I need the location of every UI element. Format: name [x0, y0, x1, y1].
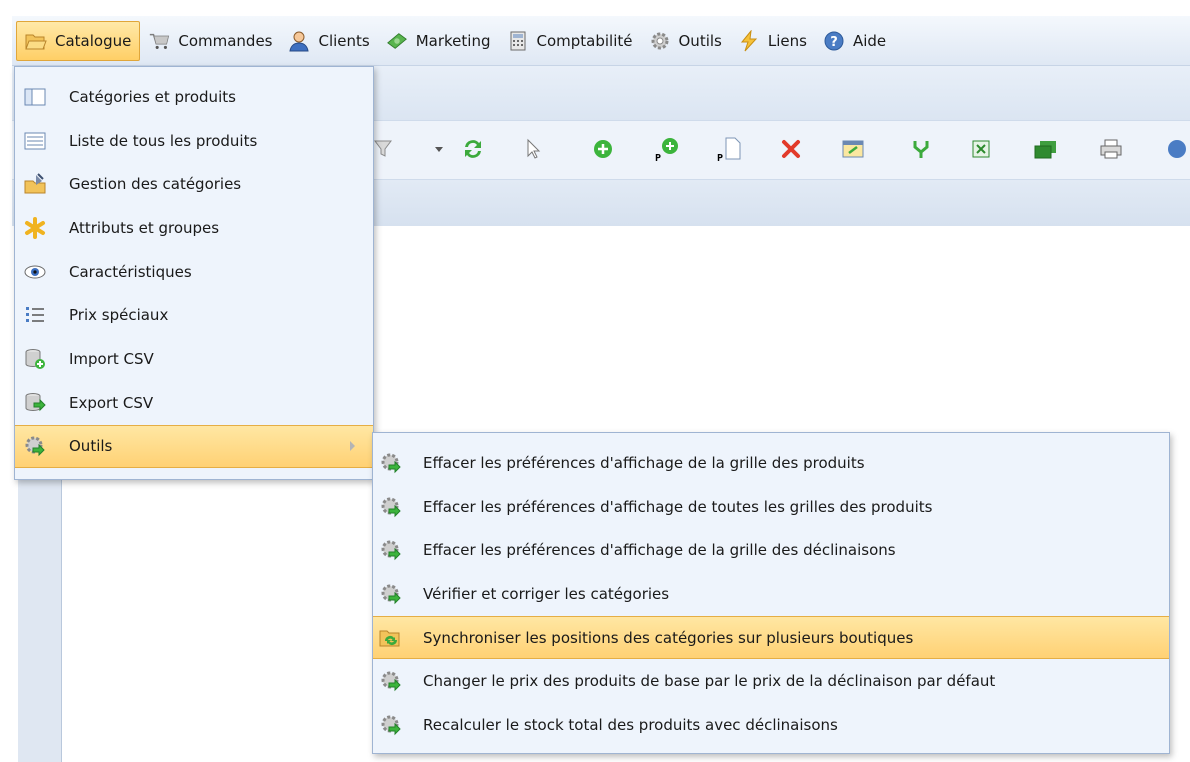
- money-icon: [386, 30, 408, 52]
- menu-item-export-csv[interactable]: Export CSV: [15, 381, 373, 425]
- main-menubar: Catalogue Commandes Clients Marketing Co…: [12, 16, 1190, 66]
- calculator-icon: [507, 30, 529, 52]
- menu-outils-label: Outils: [678, 31, 722, 50]
- help-icon: ?: [823, 30, 845, 52]
- merge-icon[interactable]: [906, 134, 936, 164]
- menu-item-label: Gestion des catégories: [69, 175, 242, 194]
- submenu-item-effacer-toutes-grilles[interactable]: Effacer les préférences d'affichage de t…: [373, 485, 1169, 529]
- svg-text:P: P: [717, 153, 723, 163]
- submenu-arrow-icon: [350, 441, 355, 452]
- app-window: P P Catalogue Commandes Clients Marketin…: [0, 0, 1190, 762]
- gear-arrow-icon: [379, 713, 403, 737]
- menu-aide[interactable]: ? Aide: [815, 21, 894, 61]
- submenu-item-synchroniser-positions[interactable]: Synchroniser les positions des catégorie…: [373, 615, 1169, 660]
- lightning-icon: [738, 29, 760, 52]
- gear-arrow-icon: [379, 582, 403, 606]
- menu-commandes[interactable]: Commandes: [140, 21, 280, 61]
- windows-icon[interactable]: [1030, 134, 1060, 164]
- tree-panel-icon: [23, 85, 47, 109]
- menu-item-label: Outils: [69, 437, 113, 456]
- duplicate-product-icon[interactable]: P: [714, 134, 744, 164]
- add-icon[interactable]: [588, 134, 618, 164]
- gear-arrow-icon: [379, 495, 403, 519]
- menu-marketing-label: Marketing: [415, 31, 491, 50]
- submenu-item-effacer-grille-declinaisons[interactable]: Effacer les préférences d'affichage de l…: [373, 528, 1169, 572]
- info-icon[interactable]: [1162, 134, 1190, 164]
- menu-item-gestion-categories[interactable]: Gestion des catégories: [15, 162, 373, 206]
- menu-item-liste-produits[interactable]: Liste de tous les produits: [15, 119, 373, 163]
- cursor-icon[interactable]: [518, 134, 548, 164]
- submenu-item-label: Effacer les préférences d'affichage de l…: [423, 541, 896, 560]
- menu-commandes-label: Commandes: [178, 31, 273, 50]
- submenu-item-effacer-grille-produits[interactable]: Effacer les préférences d'affichage de l…: [373, 441, 1169, 485]
- database-add-icon: [23, 347, 47, 371]
- menu-item-label: Liste de tous les produits: [69, 131, 258, 150]
- menu-comptabilite-label: Comptabilité: [536, 31, 633, 50]
- menu-item-caracteristiques[interactable]: Caractéristiques: [15, 250, 373, 294]
- menu-item-attributs-groupes[interactable]: Attributs et groupes: [15, 206, 373, 250]
- edit-folder-icon: [23, 172, 47, 196]
- folder-sync-icon: [379, 626, 403, 650]
- menu-liens-label: Liens: [767, 31, 807, 50]
- svg-text:P: P: [655, 153, 661, 163]
- list-icon: [23, 129, 47, 153]
- menu-clients[interactable]: Clients: [280, 21, 377, 61]
- excel-export-icon[interactable]: [966, 134, 996, 164]
- gear-icon: [649, 30, 671, 52]
- menu-item-categories-produits[interactable]: Catégories et produits: [15, 75, 373, 119]
- shopping-cart-icon: [148, 30, 170, 52]
- print-icon[interactable]: [1096, 134, 1126, 164]
- gear-arrow-icon: [23, 434, 47, 458]
- user-icon: [288, 30, 310, 52]
- add-product-icon[interactable]: P: [652, 134, 682, 164]
- submenu-item-label: Recalculer le stock total des produits a…: [423, 715, 838, 734]
- gear-arrow-icon: [379, 451, 403, 475]
- submenu-item-verifier-categories[interactable]: Vérifier et corriger les catégories: [373, 572, 1169, 616]
- submenu-item-label: Effacer les préférences d'affichage de l…: [423, 453, 865, 472]
- gear-arrow-icon: [379, 538, 403, 562]
- database-export-icon: [23, 391, 47, 415]
- edit-window-icon[interactable]: [838, 134, 868, 164]
- dropdown-arrow-icon[interactable]: [424, 134, 454, 164]
- menu-item-outils[interactable]: Outils: [15, 424, 373, 469]
- menu-comptabilite[interactable]: Comptabilité: [499, 21, 641, 61]
- menu-aide-label: Aide: [852, 31, 887, 50]
- menu-catalogue-label: Catalogue: [55, 31, 132, 50]
- submenu-item-label: Effacer les préférences d'affichage de t…: [423, 497, 933, 516]
- numbered-list-icon: [23, 303, 47, 327]
- menu-item-label: Attributs et groupes: [69, 218, 220, 237]
- menu-marketing[interactable]: Marketing: [378, 21, 499, 61]
- submenu-item-label: Vérifier et corriger les catégories: [423, 584, 670, 603]
- menu-outils[interactable]: Outils: [641, 21, 730, 61]
- submenu-item-changer-prix[interactable]: Changer le prix des produits de base par…: [373, 659, 1169, 703]
- menu-item-label: Caractéristiques: [69, 262, 192, 281]
- eye-icon: [23, 260, 47, 284]
- delete-icon[interactable]: [776, 134, 806, 164]
- refresh-icon[interactable]: [458, 134, 488, 164]
- menu-item-label: Export CSV: [69, 393, 154, 412]
- menu-item-label: Import CSV: [69, 349, 154, 368]
- menu-clients-label: Clients: [318, 31, 370, 50]
- menu-catalogue[interactable]: Catalogue: [16, 20, 141, 61]
- submenu-item-label: Synchroniser les positions des catégorie…: [423, 628, 914, 647]
- outils-submenu: Effacer les préférences d'affichage de l…: [372, 432, 1170, 754]
- submenu-item-label: Changer le prix des produits de base par…: [423, 672, 996, 691]
- gear-arrow-icon: [379, 669, 403, 693]
- submenu-item-recalculer-stock[interactable]: Recalculer le stock total des produits a…: [373, 703, 1169, 747]
- svg-text:?: ?: [830, 35, 838, 50]
- menu-item-label: Prix spéciaux: [69, 306, 169, 325]
- menu-item-import-csv[interactable]: Import CSV: [15, 337, 373, 381]
- menu-item-label: Catégories et produits: [69, 87, 236, 106]
- asterisk-icon: [23, 216, 47, 240]
- menu-item-prix-speciaux[interactable]: Prix spéciaux: [15, 293, 373, 337]
- catalogue-dropdown-menu: Catégories et produits Liste de tous les…: [14, 66, 374, 480]
- menu-liens[interactable]: Liens: [730, 21, 815, 61]
- folder-open-icon: [25, 30, 47, 52]
